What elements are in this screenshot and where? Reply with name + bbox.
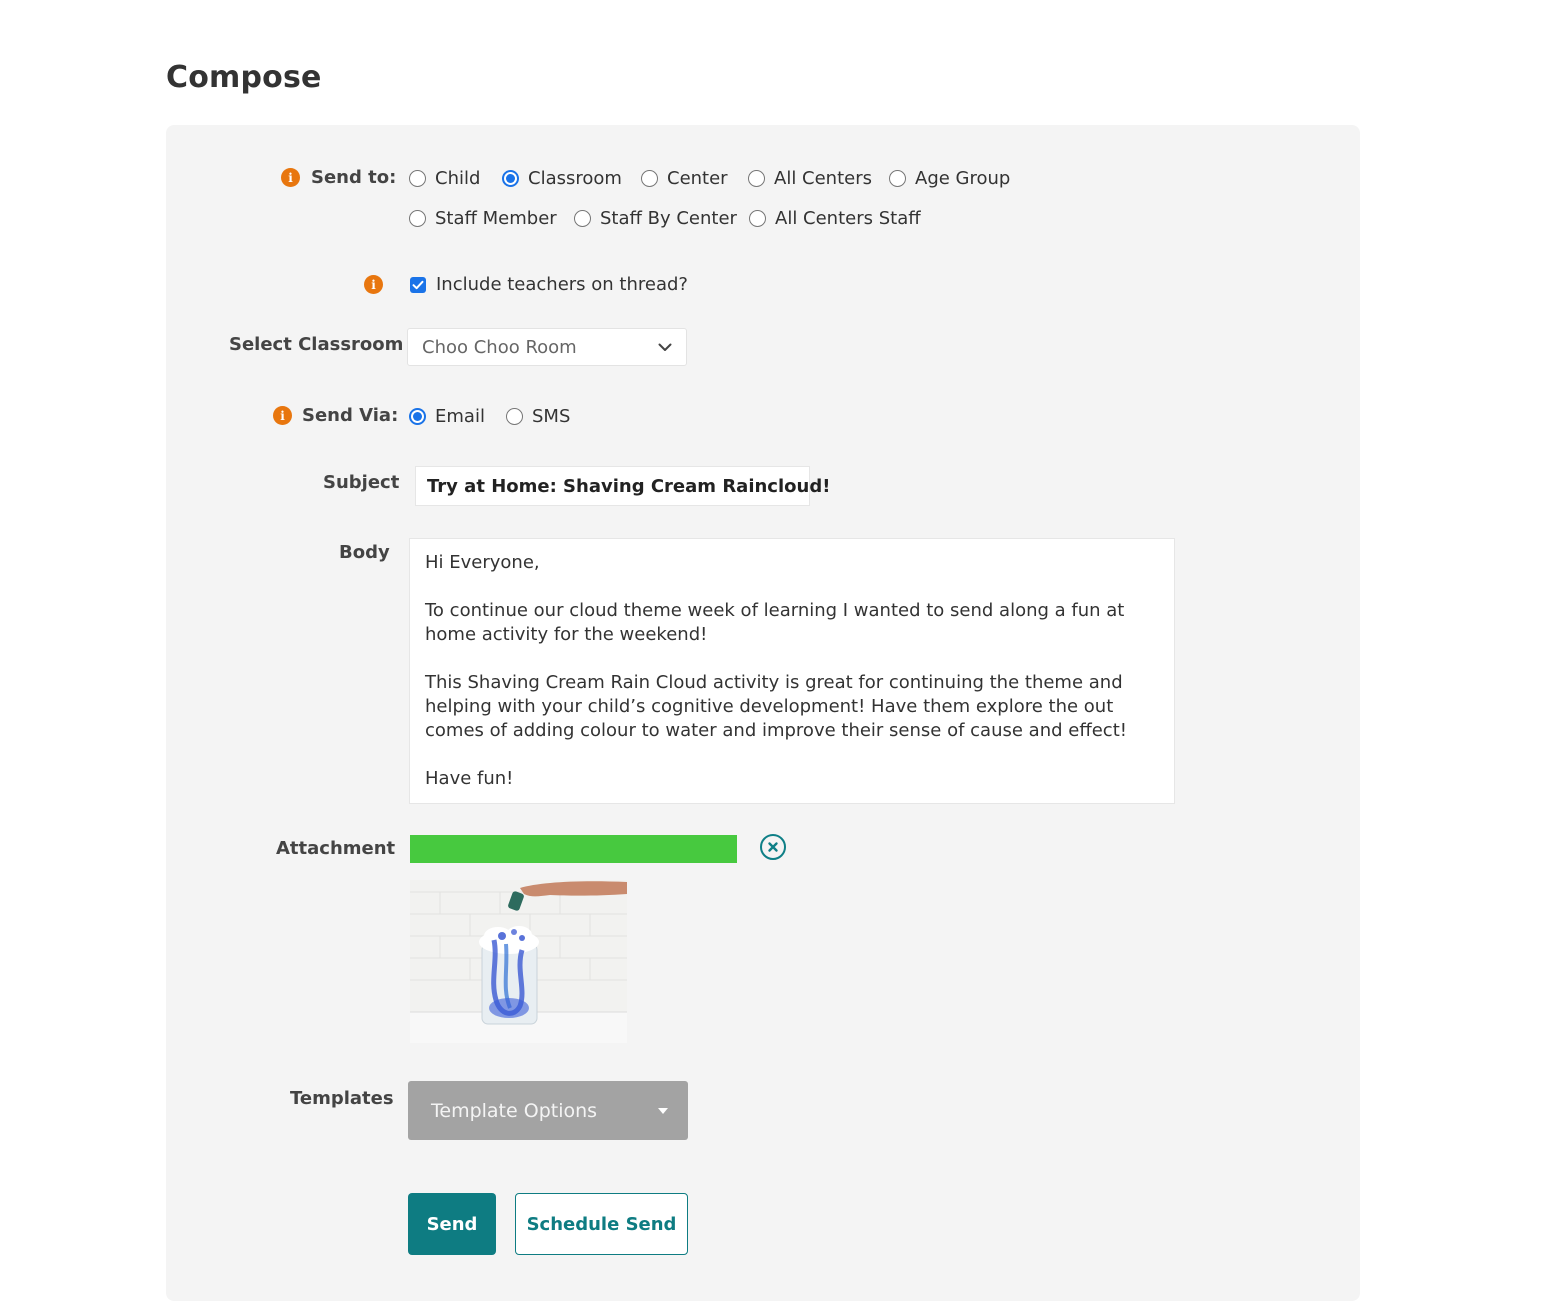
send-via-label: Send Via: [302, 405, 399, 426]
caret-down-icon [658, 1107, 668, 1114]
body-paragraph: Have fun! [425, 768, 514, 789]
chevron-down-icon [658, 343, 672, 351]
upload-progress-bar [410, 835, 737, 863]
send-button[interactable]: Send [408, 1193, 496, 1255]
radio-label: All Centers Staff [775, 208, 921, 229]
attachment-thumbnail[interactable] [410, 880, 627, 1043]
radio-email[interactable]: Email [409, 406, 485, 427]
radio-button[interactable] [409, 170, 426, 187]
close-circle-icon [768, 842, 778, 852]
radio-button[interactable] [409, 408, 426, 425]
radio-staff-member[interactable]: Staff Member [409, 208, 557, 229]
remove-attachment-button[interactable] [760, 834, 786, 860]
classroom-select-value: Choo Choo Room [422, 336, 577, 358]
info-icon[interactable]: i [364, 275, 383, 294]
radio-button[interactable] [641, 170, 658, 187]
attachment-label: Attachment [276, 838, 396, 859]
body-paragraph: This Shaving Cream Rain Cloud activity i… [425, 672, 1127, 741]
radio-button[interactable] [409, 210, 426, 227]
radio-sms[interactable]: SMS [506, 406, 570, 427]
subject-input[interactable]: Try at Home: Shaving Cream Raincloud! [415, 466, 830, 506]
template-options-label: Template Options [431, 1099, 598, 1122]
radio-all-centers[interactable]: All Centers [748, 168, 872, 189]
radio-label: Staff Member [435, 208, 557, 229]
radio-label: Email [435, 406, 485, 427]
radio-all-centers-staff[interactable]: All Centers Staff [749, 208, 921, 229]
info-icon[interactable]: i [281, 168, 300, 187]
radio-label: Staff By Center [600, 208, 737, 229]
checkmark-icon [412, 280, 424, 289]
body-paragraph: Hi Everyone, [425, 552, 540, 573]
schedule-send-button[interactable]: Schedule Send [515, 1193, 688, 1255]
radio-center[interactable]: Center [641, 168, 728, 189]
radio-button[interactable] [502, 170, 519, 187]
checkbox-label: Include teachers on thread? [436, 274, 688, 295]
classroom-select[interactable]: Choo Choo Room [407, 328, 687, 366]
body-label: Body [339, 542, 390, 563]
template-options-dropdown[interactable]: Template Options [408, 1081, 688, 1140]
radio-label: SMS [532, 406, 571, 427]
photo-thumbnail [410, 880, 627, 1043]
radio-label: All Centers [774, 168, 872, 189]
radio-age-group[interactable]: Age Group [889, 168, 1010, 189]
radio-child[interactable]: Child [409, 168, 480, 189]
info-icon[interactable]: i [273, 406, 292, 425]
body-textarea[interactable]: Hi Everyone, To continue our cloud theme… [409, 538, 1175, 804]
send-to-label: Send to: [311, 167, 397, 188]
radio-label: Classroom [528, 168, 622, 189]
select-classroom-label: Select Classroom [229, 334, 404, 355]
templates-label: Templates [290, 1088, 394, 1109]
radio-button[interactable] [748, 170, 765, 187]
radio-button[interactable] [889, 170, 906, 187]
radio-button[interactable] [506, 408, 523, 425]
page-title: Compose [166, 60, 322, 95]
radio-label: Center [667, 168, 728, 189]
include-teachers-checkbox[interactable]: Include teachers on thread? [410, 274, 688, 295]
radio-classroom[interactable]: Classroom [502, 168, 622, 189]
radio-staff-by-center[interactable]: Staff By Center [574, 208, 737, 229]
radio-label: Child [435, 168, 481, 189]
radio-button[interactable] [749, 210, 766, 227]
body-paragraph: To continue our cloud theme week of lear… [425, 600, 1125, 645]
radio-label: Age Group [915, 168, 1011, 189]
subject-label: Subject [323, 472, 400, 493]
radio-button[interactable] [574, 210, 591, 227]
checkbox-checked[interactable] [410, 276, 426, 293]
